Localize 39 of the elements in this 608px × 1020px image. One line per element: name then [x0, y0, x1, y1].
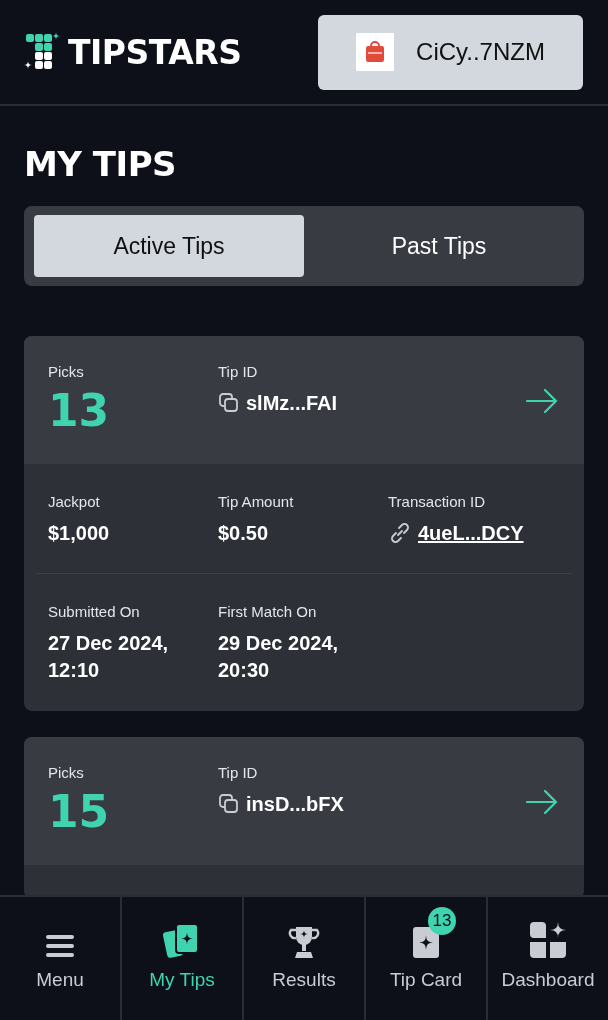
tip-id: insD...bFX	[246, 792, 344, 817]
picks-count: 13	[48, 386, 111, 436]
nav-item[interactable]: Results	[242, 897, 364, 1020]
copy-icon[interactable]	[218, 793, 240, 815]
field-label: Jackpot	[48, 492, 101, 512]
picks-count: 15	[48, 787, 111, 837]
tab[interactable]: Active Tips	[34, 215, 304, 277]
nav-item[interactable]: 13 Tip Card	[364, 897, 486, 1020]
transaction-link[interactable]: 4ueL...DCY	[418, 520, 524, 546]
arrow-icon[interactable]	[526, 789, 558, 815]
copy-icon[interactable]	[218, 392, 240, 414]
nav-item[interactable]: My Tips	[120, 897, 242, 1020]
field-label: Tip ID	[218, 763, 259, 783]
logo-text: TIPSTARS	[68, 32, 242, 72]
date-value: 29 Dec 2024, 20:30	[218, 631, 340, 683]
field-label: First Match On	[218, 602, 318, 622]
link-icon	[388, 521, 412, 545]
nav-item[interactable]: Menu	[0, 897, 120, 1020]
field-value: $1,000	[48, 521, 111, 546]
field-value: $0.50	[218, 521, 270, 546]
tab[interactable]: Past Tips	[304, 215, 574, 277]
field-label: Tip ID	[218, 362, 259, 382]
nav-item[interactable]: Dashboard	[486, 897, 608, 1020]
backpack-icon	[356, 33, 395, 71]
field-label: Transaction ID	[388, 492, 486, 512]
field-label: Tip Amount	[218, 492, 295, 512]
page-title: MY TIPS	[24, 144, 178, 184]
field-label: Submitted On	[48, 602, 141, 622]
dashboard-icon	[529, 920, 567, 959]
tip-id: slMz...FAI	[246, 391, 338, 416]
arrow-icon[interactable]	[526, 388, 558, 414]
field-label: Picks	[48, 362, 85, 382]
wallet-button[interactable]: CiCy..7NZM	[318, 14, 583, 90]
trophy-icon	[288, 924, 320, 959]
field-label: Picks	[48, 763, 85, 783]
card-icon	[412, 924, 440, 959]
date-value: 27 Dec 2024, 12:10	[48, 631, 170, 683]
count-badge: 13	[428, 906, 456, 935]
menu-icon	[45, 932, 75, 959]
